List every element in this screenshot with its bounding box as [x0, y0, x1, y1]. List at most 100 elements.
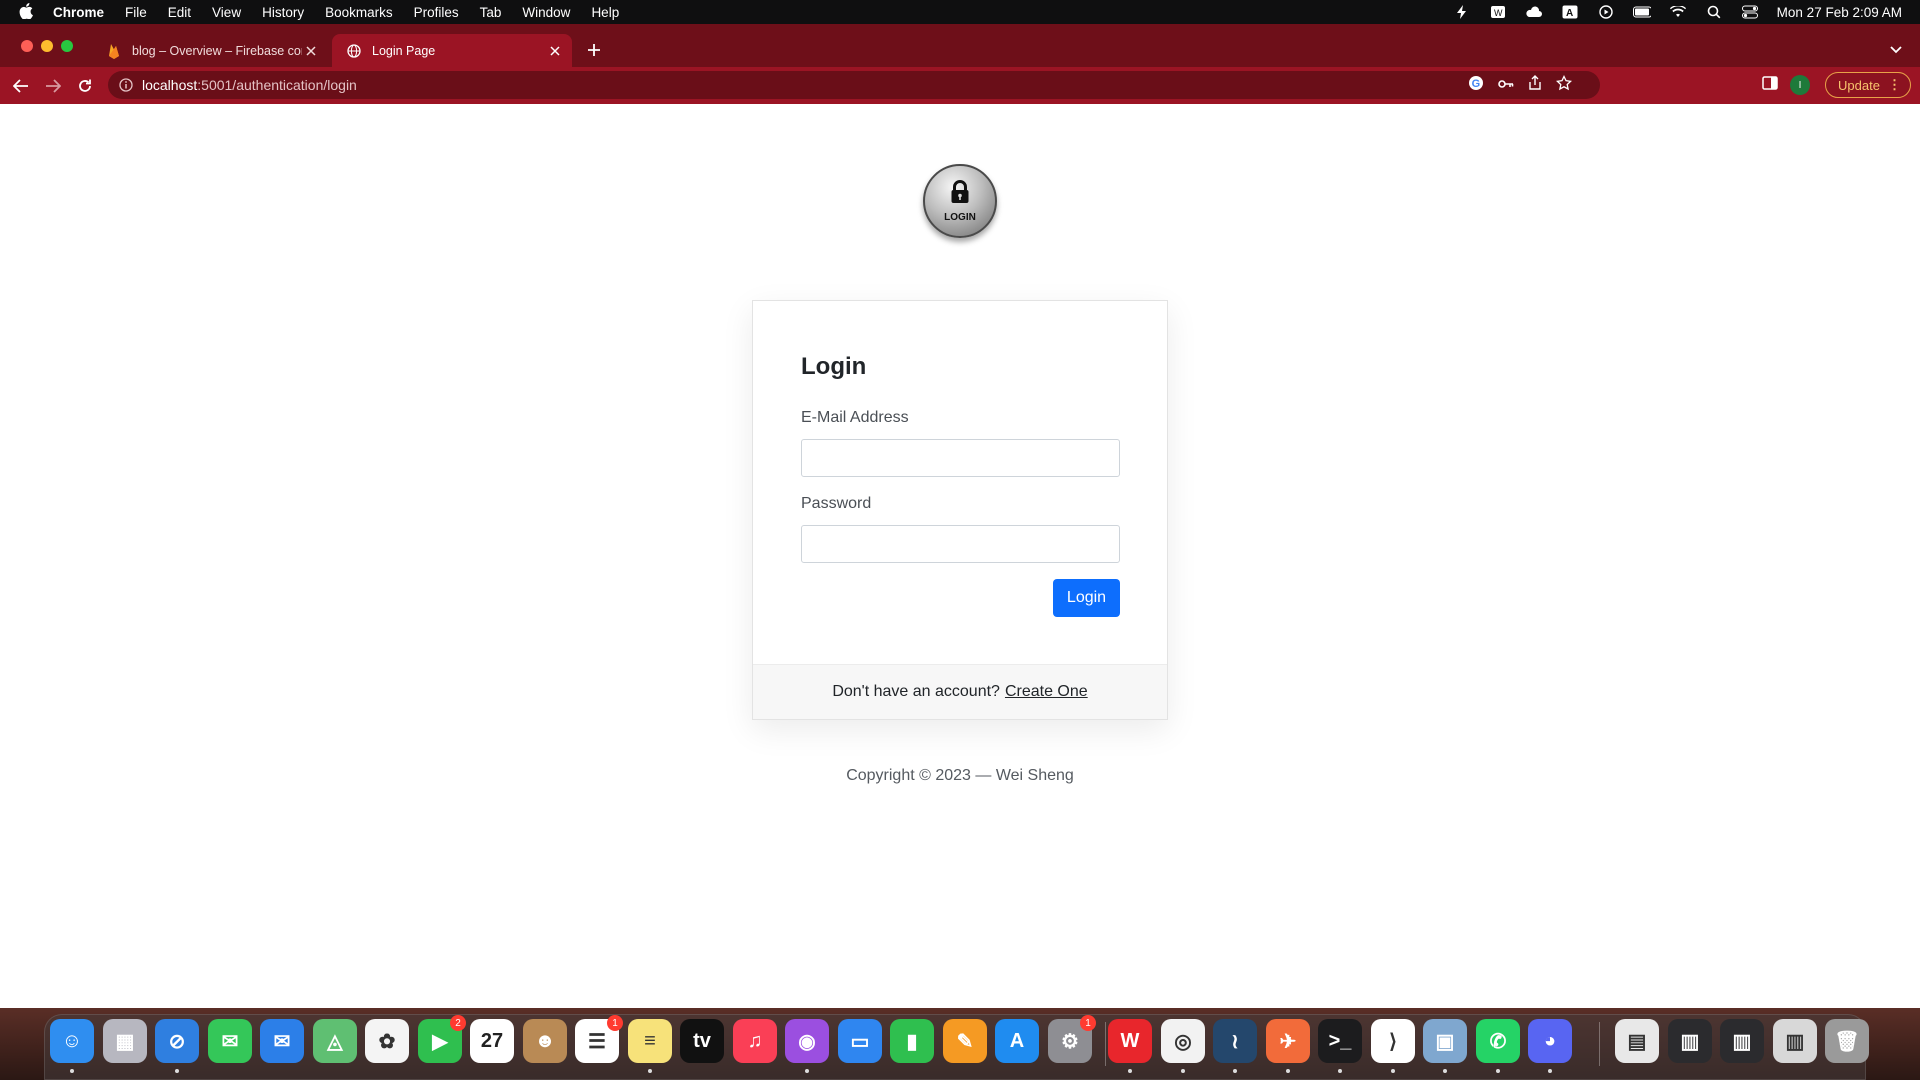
menu-view[interactable]: View — [212, 5, 241, 20]
menu-tab[interactable]: Tab — [480, 5, 502, 20]
window-thumbnail-icon[interactable]: ▥ — [1773, 1019, 1817, 1063]
running-indicator — [1338, 1069, 1342, 1073]
bookmark-star-icon[interactable] — [1555, 74, 1573, 96]
finder-icon[interactable]: ☺ — [50, 1019, 94, 1063]
maps-icon[interactable]: ◬ — [313, 1019, 357, 1063]
running-indicator — [175, 1069, 179, 1073]
menu-profiles[interactable]: Profiles — [414, 5, 459, 20]
input-source-icon[interactable]: A — [1561, 5, 1579, 19]
menu-window[interactable]: Window — [522, 5, 570, 20]
wps-icon[interactable]: W — [1108, 1019, 1152, 1063]
arrow-right-icon — [46, 78, 61, 93]
numbers-icon[interactable]: ▮ — [890, 1019, 934, 1063]
close-window-button[interactable] — [21, 40, 33, 52]
menu-bar-clock[interactable]: Mon 27 Feb 2:09 AM — [1777, 5, 1902, 20]
music-icon[interactable]: ♫ — [733, 1019, 777, 1063]
url-text[interactable]: localhost:5001/authentication/login — [142, 77, 357, 93]
login-button[interactable]: Login — [1053, 579, 1120, 617]
terminal-icon[interactable]: >_ — [1318, 1019, 1362, 1063]
notes-icon[interactable]: ≡ — [628, 1019, 672, 1063]
preview-icon[interactable]: ▣ — [1423, 1019, 1467, 1063]
bolt-icon[interactable] — [1453, 5, 1471, 19]
close-tab-icon[interactable] — [302, 42, 320, 60]
password-field[interactable] — [801, 525, 1120, 563]
settings-icon[interactable]: ⚙ 1 — [1048, 1015, 1096, 1063]
svg-text:W: W — [1494, 8, 1503, 18]
keynote-icon[interactable]: ▭ — [838, 1019, 882, 1063]
menu-history[interactable]: History — [262, 5, 304, 20]
calendar-icon[interactable]: 27 — [470, 1019, 514, 1063]
more-menu-icon[interactable]: ⋮ — [1888, 77, 1901, 93]
pages-icon[interactable]: ✎ — [943, 1019, 987, 1063]
window-thumbnail-icon[interactable]: ▥ — [1720, 1019, 1764, 1063]
window-thumbnail-icon[interactable]: ▥ — [1668, 1019, 1712, 1063]
email-label: E-Mail Address — [801, 409, 909, 426]
whatsapp-icon[interactable]: ✆ — [1476, 1019, 1520, 1063]
back-button[interactable] — [9, 74, 33, 98]
mail-icon[interactable]: ✉ — [260, 1019, 304, 1063]
reminders-icon[interactable]: ☰ 1 — [575, 1015, 623, 1063]
menu-file[interactable]: File — [125, 5, 147, 20]
postman-icon[interactable]: ✈ — [1266, 1019, 1310, 1063]
toolbar-right-icons: I — [1762, 71, 1810, 99]
safari-icon[interactable]: ⊘ — [155, 1019, 199, 1063]
wifi-icon[interactable] — [1669, 5, 1687, 19]
contacts-icon[interactable]: ☻ — [523, 1019, 567, 1063]
site-info-icon[interactable] — [118, 77, 134, 93]
running-indicator — [1286, 1069, 1290, 1073]
cloud-icon[interactable] — [1525, 5, 1543, 19]
notification-badge: 2 — [450, 1015, 466, 1031]
update-button[interactable]: Update ⋮ — [1825, 72, 1911, 98]
url-host: localhost — [142, 77, 198, 93]
tab-search-button[interactable] — [1886, 40, 1906, 60]
tab-firebase[interactable]: blog – Overview – Firebase console — [92, 34, 328, 67]
globe-icon — [346, 43, 362, 59]
tv-icon[interactable]: tv — [680, 1019, 724, 1063]
app-store-icon[interactable]: A — [995, 1019, 1039, 1063]
google-icon[interactable]: G — [1468, 75, 1484, 96]
podcasts-icon[interactable]: ◉ — [785, 1019, 829, 1063]
email-field[interactable] — [801, 439, 1120, 477]
apple-icon[interactable] — [19, 2, 37, 22]
battery-icon[interactable] — [1632, 5, 1651, 19]
create-account-link[interactable]: Create One — [1005, 683, 1088, 701]
vscode-icon[interactable]: ⟩ — [1371, 1019, 1415, 1063]
discord-icon[interactable]: ◕ — [1528, 1019, 1572, 1063]
mysql-icon[interactable]: ≀ — [1213, 1019, 1257, 1063]
arrow-left-icon — [13, 78, 28, 93]
reload-button[interactable] — [73, 74, 97, 98]
share-icon[interactable] — [1528, 74, 1542, 96]
trash-icon[interactable]: 🗑 — [1825, 1019, 1869, 1063]
wps-status-icon[interactable]: W — [1489, 5, 1507, 19]
tab-login-page[interactable]: Login Page — [332, 34, 572, 67]
key-icon[interactable] — [1498, 76, 1514, 94]
stack-icon[interactable]: ▤ — [1615, 1019, 1659, 1063]
card-footer: Don't have an account? Create One — [753, 664, 1167, 719]
omnibox-actions: G — [1468, 71, 1573, 99]
facetime-icon[interactable]: ▶ 2 — [418, 1015, 466, 1063]
login-logo: LOGIN — [923, 164, 997, 238]
zoom-window-button[interactable] — [61, 40, 73, 52]
menu-app-name[interactable]: Chrome — [53, 5, 104, 20]
launchpad-icon[interactable]: ▦ — [103, 1019, 147, 1063]
address-bar[interactable]: localhost:5001/authentication/login G — [108, 71, 1600, 99]
search-icon[interactable] — [1705, 5, 1723, 19]
menu-edit[interactable]: Edit — [168, 5, 191, 20]
close-tab-icon[interactable] — [546, 42, 564, 60]
profile-avatar[interactable]: I — [1790, 75, 1810, 95]
control-center-icon[interactable] — [1741, 5, 1759, 19]
new-tab-button[interactable] — [584, 40, 604, 60]
photos-icon[interactable]: ✿ — [365, 1019, 409, 1063]
menu-help[interactable]: Help — [591, 5, 619, 20]
minimize-window-button[interactable] — [41, 40, 53, 52]
side-panel-icon[interactable] — [1762, 75, 1778, 95]
messages-icon[interactable]: ✉ — [208, 1019, 252, 1063]
tab-title: Login Page — [372, 43, 436, 58]
forward-button[interactable] — [41, 74, 65, 98]
menu-bookmarks[interactable]: Bookmarks — [325, 5, 393, 20]
status-area: W A Mon 27 Feb 2:09 AM — [1453, 0, 1902, 24]
password-label: Password — [801, 495, 872, 512]
play-circle-icon[interactable] — [1597, 5, 1615, 19]
running-indicator — [70, 1069, 74, 1073]
chrome-icon[interactable]: ◎ — [1161, 1019, 1205, 1063]
